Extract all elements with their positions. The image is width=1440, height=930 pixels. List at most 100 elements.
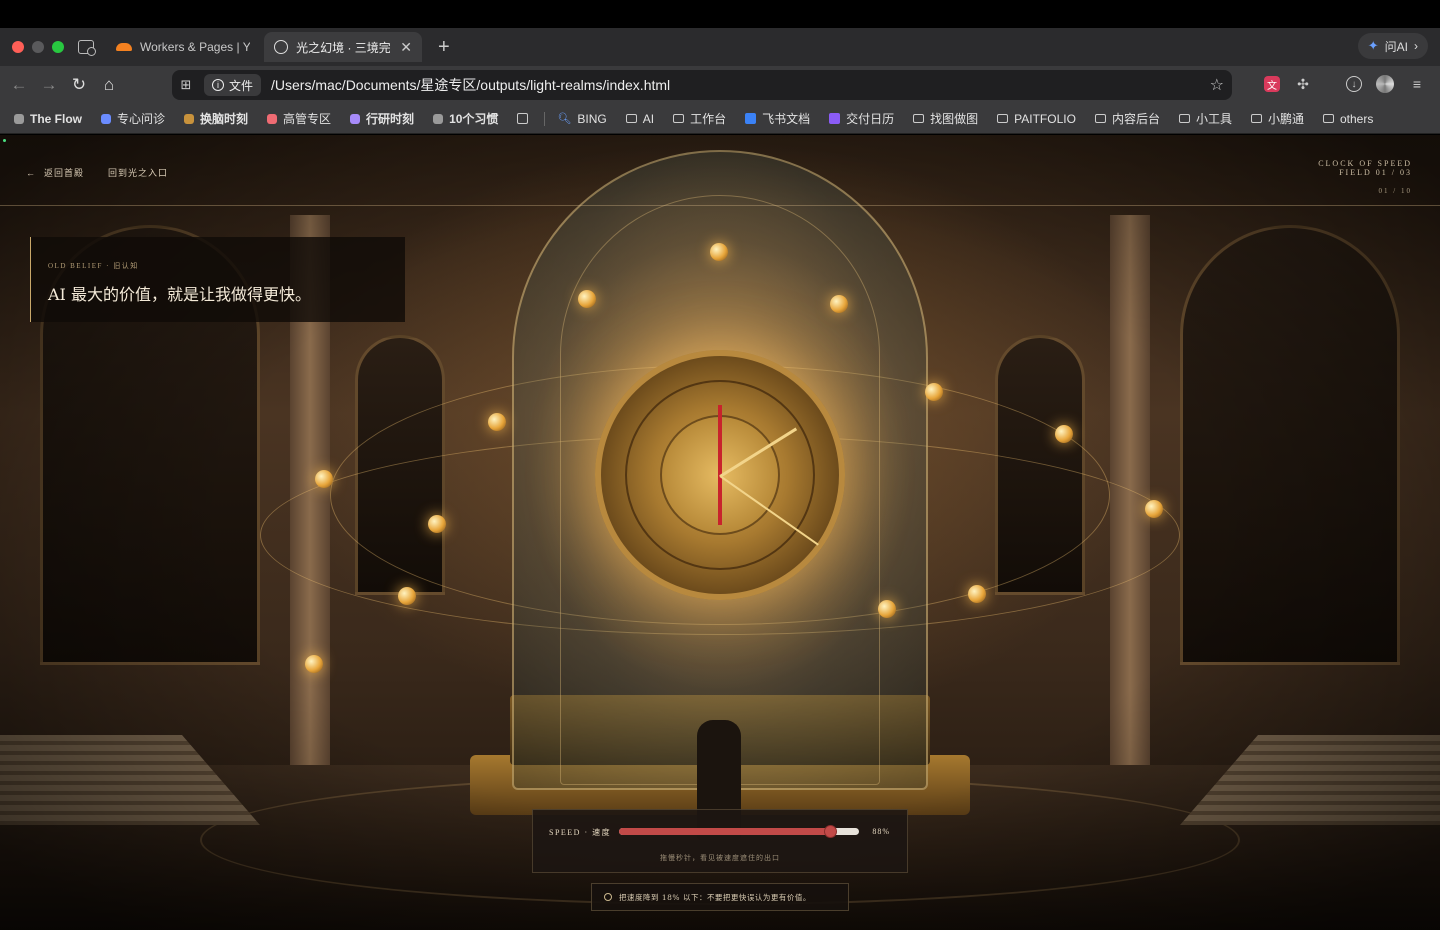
bookmark-separator <box>544 111 546 126</box>
goal-status-icon <box>604 893 612 901</box>
forward-icon[interactable]: → <box>34 75 64 95</box>
old-belief-card: OLD BELIEF · 旧认知 AI 最大的价值，就是让我做得更快。 <box>30 237 405 322</box>
site-info-label: 文件 <box>229 78 254 93</box>
bookmark-dot-icon <box>184 113 195 124</box>
maximize-window-button[interactable] <box>52 41 64 53</box>
realm-nav: ← 返回首殿 回到光之入口 <box>26 166 168 179</box>
translate-icon[interactable]: 文 <box>1264 76 1280 92</box>
bookmark-hangyan[interactable]: 行研时刻 <box>350 110 414 127</box>
toolbar-extensions: 文 ✣ ↓ ≡ <box>1264 75 1426 93</box>
close-window-button[interactable] <box>12 41 24 53</box>
speed-slider[interactable] <box>619 825 859 838</box>
cloudflare-icon <box>116 39 132 55</box>
bookmark-folder-xiaoetong[interactable]: 小鹏通 <box>1250 110 1304 127</box>
bookmark-folder-workbench[interactable]: 工作台 <box>673 110 726 127</box>
bookmark-label: 高管专区 <box>283 112 332 126</box>
bookmark-label: 小鹏通 <box>1267 112 1304 126</box>
folder-icon <box>913 114 925 123</box>
sparkle-icon: ✦ <box>1367 38 1379 53</box>
bookmark-folder-ai[interactable]: AI <box>625 111 655 126</box>
bookmark-bing[interactable]: 🔍︎ BING <box>557 112 606 126</box>
goal-text: 把速度降到 18% 以下：不要把更快误认为更有价值。 <box>619 892 811 902</box>
bookmark-label: 专心问诊 <box>117 112 166 126</box>
arrow-left-icon: ← <box>26 168 36 178</box>
ask-ai-button[interactable]: ✦ 问AI › <box>1357 33 1428 59</box>
bookmark-folder-images[interactable]: 找图做图 <box>913 110 978 127</box>
tab-workers-pages[interactable]: Workers & Pages | Yor <box>106 32 260 62</box>
ask-ai-label: 问AI <box>1384 39 1408 54</box>
field-info: CLOCK OF SPEED FIELD 01 / 03 01 / 10 <box>1318 159 1412 196</box>
header-divider <box>0 205 1440 206</box>
tab-overview-icon[interactable] <box>78 40 96 56</box>
bookmark-folder-others[interactable]: others <box>1322 111 1374 126</box>
belief-text: AI 最大的价值，就是让我做得更快。 <box>48 285 311 304</box>
bookmark-label: others <box>1339 111 1374 126</box>
belief-tag: OLD BELIEF · 旧认知 <box>48 262 139 270</box>
bookmark-10-habits[interactable]: 10个习惯 <box>433 110 498 127</box>
address-toolbar: ← → ↻ ⌂ ⊞ i 文件 /Users/mac/Documents/星途专区… <box>0 66 1440 104</box>
bookmark-huannao[interactable]: 换脑时刻 <box>184 110 248 127</box>
window-controls <box>12 41 64 53</box>
goal-card: 把速度降到 18% 以下：不要把更快误认为更有价值。 <box>591 883 849 911</box>
bookmark-gaoguan[interactable]: 高管专区 <box>267 110 331 127</box>
extensions-puzzle-icon[interactable]: ✣ <box>1294 75 1312 93</box>
tab-title: 光之幻境 · 三境完整 <box>296 40 391 55</box>
clock-hall-scene: ← 返回首殿 回到光之入口 CLOCK OF SPEED FIELD 01 / 0… <box>0 135 1440 930</box>
minimize-window-button[interactable] <box>32 41 44 53</box>
bookmark-dot-icon <box>14 113 24 124</box>
back-to-hall-label: 返回首殿 <box>44 168 85 178</box>
back-icon[interactable]: ← <box>4 75 34 95</box>
url-text[interactable]: /Users/mac/Documents/星途专区/outputs/light-… <box>271 75 670 95</box>
folder-icon <box>673 114 685 123</box>
bookmarks-bar: The Flow 专心问诊 换脑时刻 高管专区 行研时刻 10个习惯 🔍︎ BIN… <box>0 104 1440 134</box>
bookmark-label: BING <box>577 111 607 126</box>
speed-value: 88% <box>872 827 890 836</box>
folder-icon <box>1094 114 1106 123</box>
close-tab-icon[interactable]: ✕ <box>400 39 412 56</box>
bookmark-folder-content[interactable]: 内容后台 <box>1094 110 1160 127</box>
bookmark-label: 飞书文档 <box>762 112 811 126</box>
menu-icon[interactable]: ≡ <box>1408 75 1426 93</box>
bookmark-label: 内容后台 <box>1111 112 1160 126</box>
address-bar[interactable]: ⊞ i 文件 /Users/mac/Documents/星途专区/outputs… <box>172 70 1232 100</box>
folder-icon <box>625 114 637 123</box>
info-icon: i <box>212 79 224 91</box>
profile-avatar[interactable] <box>1376 75 1394 93</box>
apps-grid-icon[interactable]: ⊞ <box>172 77 200 93</box>
folder-icon <box>1250 114 1262 123</box>
speed-slider-thumb[interactable] <box>824 825 838 838</box>
speed-label: SPEED · 速度 <box>549 828 612 837</box>
bookmark-dot-icon <box>267 113 278 124</box>
tab-title: Workers & Pages | Yor <box>140 40 250 54</box>
search-icon: 🔍︎ <box>557 113 572 125</box>
folder-icon <box>1178 114 1190 123</box>
reload-icon[interactable]: ↻ <box>64 75 94 95</box>
bookmark-label: PAITFOLIO <box>1014 111 1076 126</box>
speed-slider-fill <box>619 828 831 835</box>
bookmark-feishu-docs[interactable]: 飞书文档 <box>745 110 810 127</box>
bookmark-delivery-calendar[interactable]: 交付日历 <box>829 110 894 127</box>
site-info-chip[interactable]: i 文件 <box>204 74 262 96</box>
new-tab-button[interactable]: + <box>438 36 450 59</box>
bookmark-zhuanxin[interactable]: 专心问诊 <box>101 110 165 127</box>
back-to-hall-link[interactable]: ← 返回首殿 <box>26 166 84 179</box>
tab-group-icon[interactable] <box>517 113 529 124</box>
bookmark-label: 小工具 <box>1195 112 1232 126</box>
bookmark-label: The Flow <box>30 111 82 126</box>
folder-icon <box>997 114 1009 123</box>
bookmark-folder-tools[interactable]: 小工具 <box>1178 110 1232 127</box>
return-entrance-link[interactable]: 回到光之入口 <box>108 166 168 179</box>
top-black-strip <box>0 0 1440 28</box>
field-title: CLOCK OF SPEED <box>1318 159 1412 168</box>
tab-light-realms[interactable]: 光之幻境 · 三境完整 ✕ <box>264 32 422 62</box>
bookmark-star-icon[interactable]: ☆ <box>1210 75 1224 95</box>
home-icon[interactable]: ⌂ <box>94 75 124 95</box>
bookmark-the-flow[interactable]: The Flow <box>14 112 82 126</box>
bookmark-folder-paitfolio[interactable]: PAITFOLIO <box>997 112 1076 126</box>
download-icon[interactable]: ↓ <box>1346 76 1362 92</box>
feishu-icon <box>745 113 757 124</box>
globe-icon <box>274 39 289 55</box>
bookmark-label: AI <box>642 111 655 126</box>
bookmark-label: 交付日历 <box>846 112 895 126</box>
field-counter: 01 / 10 <box>1378 187 1412 195</box>
